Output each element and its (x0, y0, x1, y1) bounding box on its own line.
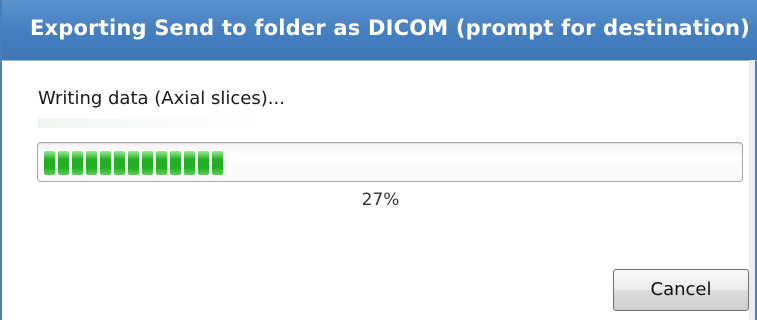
faint-sub-status (38, 118, 258, 128)
progress-segment (198, 151, 209, 175)
progress-bar-fill (44, 151, 231, 175)
progress-segments (44, 151, 223, 175)
progress-segment (170, 151, 181, 175)
progress-segment (184, 151, 195, 175)
progress-segment (100, 151, 111, 175)
progress-percent: 27% (361, 190, 400, 210)
progress-segment (44, 151, 55, 175)
dialog-title: Exporting Send to folder as DICOM (promp… (30, 16, 750, 40)
progress-segment (128, 151, 139, 175)
progress-segment (86, 151, 97, 175)
status-message: Writing data (Axial slices)... (38, 88, 285, 109)
title-bar[interactable]: Exporting Send to folder as DICOM (promp… (2, 0, 757, 61)
progress-segment (156, 151, 167, 175)
progress-bar (37, 142, 743, 182)
export-progress-dialog: Exporting Send to folder as DICOM (promp… (0, 0, 757, 320)
progress-segment (142, 151, 153, 175)
progress-segment (212, 151, 223, 175)
progress-segment (58, 151, 69, 175)
progress-segment (114, 151, 125, 175)
cancel-button[interactable]: Cancel (613, 269, 749, 311)
progress-segment (72, 151, 83, 175)
